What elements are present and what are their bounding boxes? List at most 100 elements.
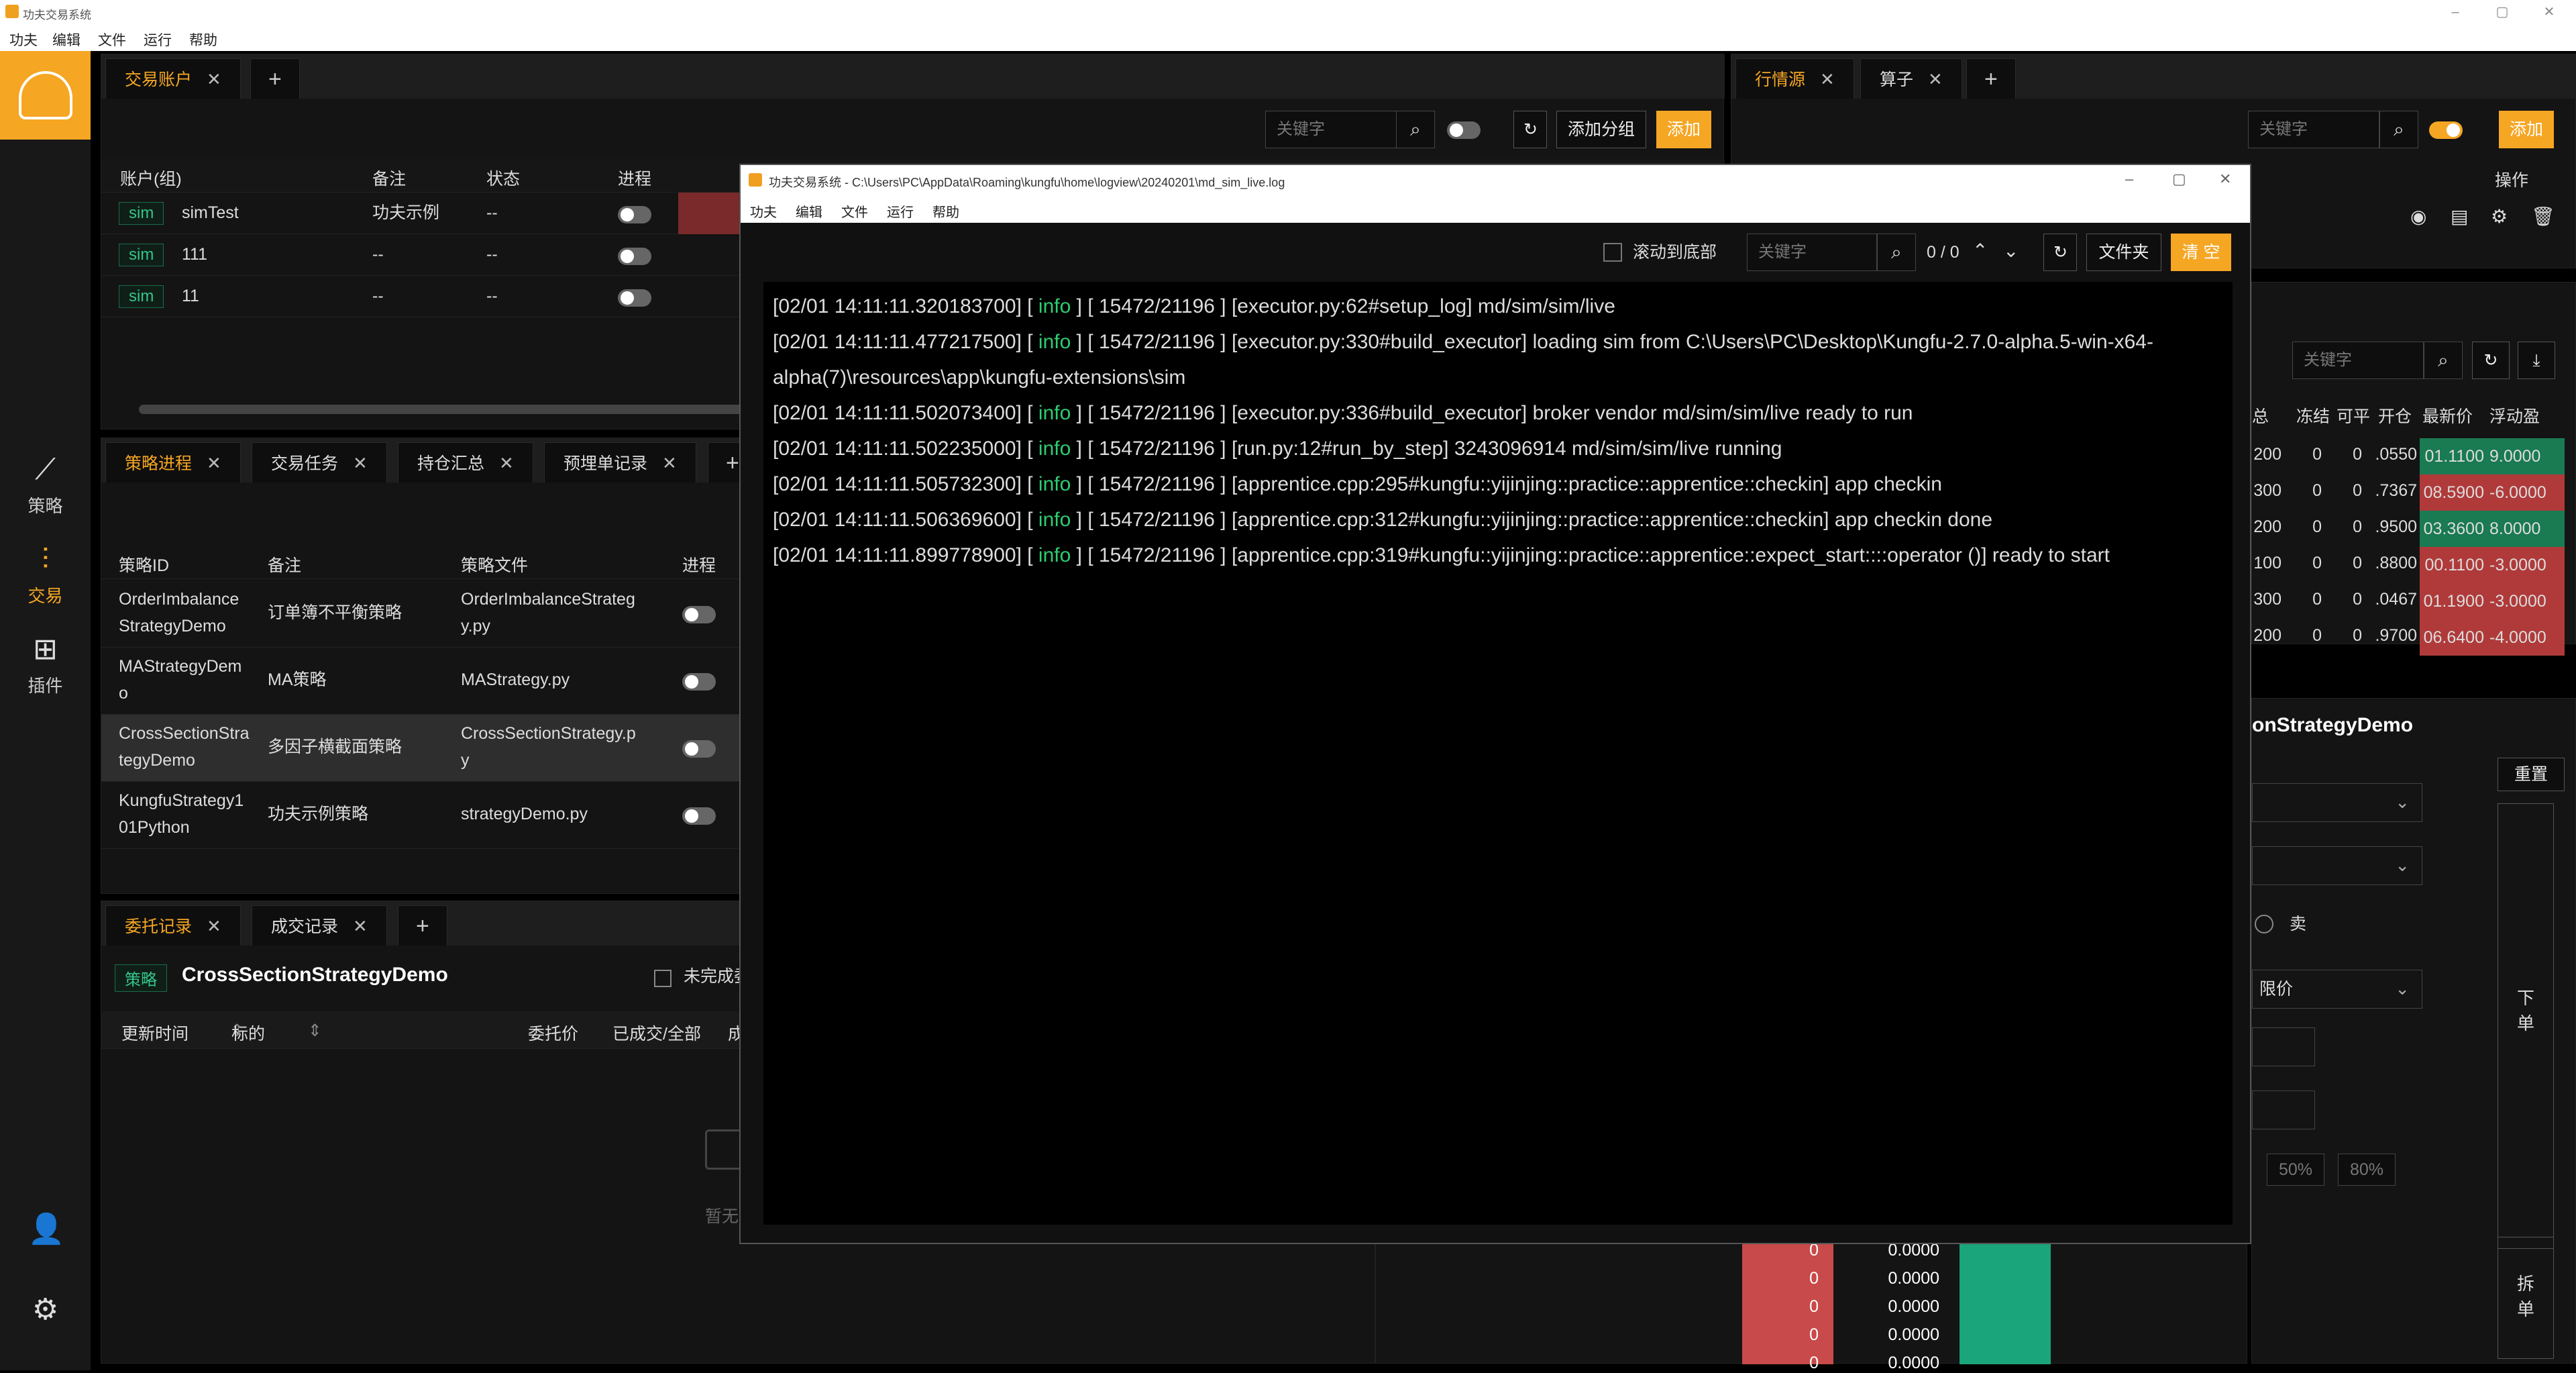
nav-user[interactable]: 👤 [0, 1212, 91, 1266]
menu-item-run[interactable]: 运行 [887, 201, 914, 221]
market-search-input[interactable]: 关键字 [2248, 111, 2379, 148]
process-toggle[interactable] [618, 206, 651, 223]
scroll-to-bottom-checkbox[interactable] [1603, 243, 1622, 262]
table-row[interactable]: 200 0 0 .0550 01.1100 9.0000 [2252, 438, 2576, 474]
tab-order-records[interactable]: 委托记录 ✕ [105, 905, 241, 946]
process-toggle[interactable] [682, 807, 716, 825]
pct-50-button[interactable]: 50% [2267, 1154, 2324, 1186]
process-toggle[interactable] [618, 248, 651, 265]
place-order-button[interactable]: 下 单 [2498, 803, 2554, 1249]
horizontal-scrollbar[interactable] [139, 405, 810, 414]
symbol-select[interactable]: ⌄ [2252, 846, 2422, 885]
close-icon[interactable]: ✕ [353, 453, 368, 473]
log-content[interactable]: [02/01 14:11:11.320183700] [ info ] [ 15… [763, 282, 2233, 1225]
refresh-icon[interactable]: ↻ [2472, 342, 2510, 379]
close-icon[interactable]: ✕ [1820, 69, 1835, 89]
menu-item-edit[interactable]: 编辑 [796, 201, 822, 221]
process-toggle[interactable] [682, 673, 716, 691]
unfinished-checkbox[interactable] [654, 970, 672, 987]
close-icon[interactable]: ✕ [2536, 3, 2563, 21]
close-icon[interactable]: ✕ [353, 916, 368, 936]
col-filled-total[interactable]: 已成交/全部 [612, 1021, 701, 1045]
log-search-input[interactable]: 关键字 [1747, 234, 1877, 271]
chevron-up-icon[interactable]: ⌃ [1972, 238, 1988, 264]
add-tab-button[interactable]: + [1966, 58, 2016, 99]
process-toggle[interactable] [618, 289, 651, 307]
tab-position-summary[interactable]: 持仓汇总 ✕ [398, 442, 533, 482]
tab-market-source[interactable]: 行情源 ✕ [1735, 58, 1854, 99]
table-row[interactable]: 100 0 0 .8800 00.1100 -3.0000 [2252, 547, 2576, 583]
search-icon[interactable]: ⌕ [1877, 234, 1916, 271]
account-search-input[interactable]: 关键字 [1265, 111, 1397, 148]
market-toggle[interactable] [2429, 121, 2463, 139]
search-icon[interactable]: ⌕ [1396, 111, 1435, 148]
sell-radio[interactable] [2255, 915, 2273, 933]
table-row[interactable]: 300 0 0 .7367 08.5900 -6.0000 [2252, 474, 2576, 511]
position-search-input[interactable]: 关键字 [2292, 342, 2424, 379]
close-icon[interactable]: ✕ [2219, 170, 2231, 188]
maximize-icon[interactable]: ▢ [2172, 170, 2186, 188]
maximize-icon[interactable]: ▢ [2489, 3, 2516, 21]
gear-icon[interactable]: ⚙ [2491, 203, 2508, 230]
pos-available: 0 [2353, 626, 2362, 645]
close-icon[interactable]: ✕ [207, 916, 221, 936]
col-update-time[interactable]: 更新时间 [121, 1021, 189, 1045]
menu-item-kungfu[interactable]: 功夫 [9, 30, 38, 50]
eye-icon[interactable]: ◉ [2410, 203, 2426, 230]
price-input[interactable] [2252, 1027, 2315, 1066]
split-order-button[interactable]: 拆 单 [2498, 1237, 2554, 1359]
download-icon[interactable]: ⤓ [2518, 342, 2555, 379]
refresh-icon[interactable]: ↻ [1513, 111, 1547, 148]
search-icon[interactable]: ⌕ [2379, 111, 2418, 148]
add-tab-button[interactable]: + [398, 905, 447, 946]
clear-button[interactable]: 清 空 [2171, 234, 2231, 271]
chevron-down-icon[interactable]: ⌄ [2003, 238, 2019, 264]
refresh-icon[interactable]: ↻ [2043, 234, 2077, 271]
volume-input[interactable] [2252, 1090, 2315, 1129]
col-order-price[interactable]: 委托价 [528, 1021, 578, 1045]
minimize-icon[interactable]: – [2125, 170, 2133, 188]
search-icon[interactable]: ⌕ [2424, 342, 2463, 379]
folder-button[interactable]: 文件夹 [2086, 234, 2161, 271]
add-market-button[interactable]: 添加 [2499, 111, 2554, 148]
tab-trade-records[interactable]: 成交记录 ✕ [252, 905, 387, 946]
account-toggle[interactable] [1447, 121, 1481, 139]
pct-80-button[interactable]: 80% [2338, 1154, 2396, 1186]
table-row[interactable]: 200 0 0 .9500 03.3600 8.0000 [2252, 511, 2576, 547]
tab-operator[interactable]: 算子 ✕ [1860, 58, 1962, 99]
close-icon[interactable]: ✕ [662, 453, 677, 473]
menu-item-help[interactable]: 帮助 [189, 30, 217, 50]
account-select[interactable]: ⌄ [2252, 783, 2422, 822]
table-row[interactable]: 200 0 0 .9700 06.6400 -4.0000 [2252, 619, 2576, 656]
menu-item-run[interactable]: 运行 [144, 30, 172, 50]
nav-plugin[interactable]: ⊞ 插件 [0, 632, 91, 713]
reset-button[interactable]: 重置 [2498, 758, 2565, 791]
price-type-select[interactable]: 限价 ⌄ [2252, 970, 2422, 1009]
add-group-button[interactable]: 添加分组 [1556, 111, 1646, 148]
process-toggle[interactable] [682, 740, 716, 758]
tab-accounts[interactable]: 交易账户 ✕ [105, 58, 241, 99]
close-icon[interactable]: ✕ [1928, 69, 1943, 89]
tab-preorder-records[interactable]: 预埋单记录 ✕ [544, 442, 696, 482]
close-icon[interactable]: ✕ [207, 453, 221, 473]
close-icon[interactable]: ✕ [499, 453, 514, 473]
table-row[interactable]: 300 0 0 .0467 01.1900 -3.0000 [2252, 583, 2576, 619]
nav-strategy[interactable]: ⟋ 策略 [0, 452, 91, 533]
menu-item-edit[interactable]: 编辑 [52, 30, 80, 50]
col-symbol[interactable]: 标的 [231, 1021, 265, 1045]
menu-item-file[interactable]: 文件 [98, 30, 126, 50]
add-tab-button[interactable]: + [250, 58, 300, 99]
file-icon[interactable]: ▤ [2451, 203, 2468, 230]
menu-item-kungfu[interactable]: 功夫 [750, 201, 777, 221]
add-account-button[interactable]: 添加 [1656, 111, 1711, 148]
menu-item-file[interactable]: 文件 [841, 201, 868, 221]
minimize-icon[interactable]: – [2442, 3, 2469, 21]
process-toggle[interactable] [682, 606, 716, 623]
menu-item-help[interactable]: 帮助 [932, 201, 959, 221]
tab-trade-tasks[interactable]: 交易任务 ✕ [252, 442, 387, 482]
nav-trade[interactable]: ⫶ 交易 [0, 542, 91, 623]
tab-strategy-process[interactable]: 策略进程 ✕ [105, 442, 241, 482]
trash-icon[interactable]: 🗑 [2531, 203, 2555, 230]
nav-settings[interactable]: ⚙ [0, 1292, 91, 1346]
close-icon[interactable]: ✕ [207, 69, 221, 89]
